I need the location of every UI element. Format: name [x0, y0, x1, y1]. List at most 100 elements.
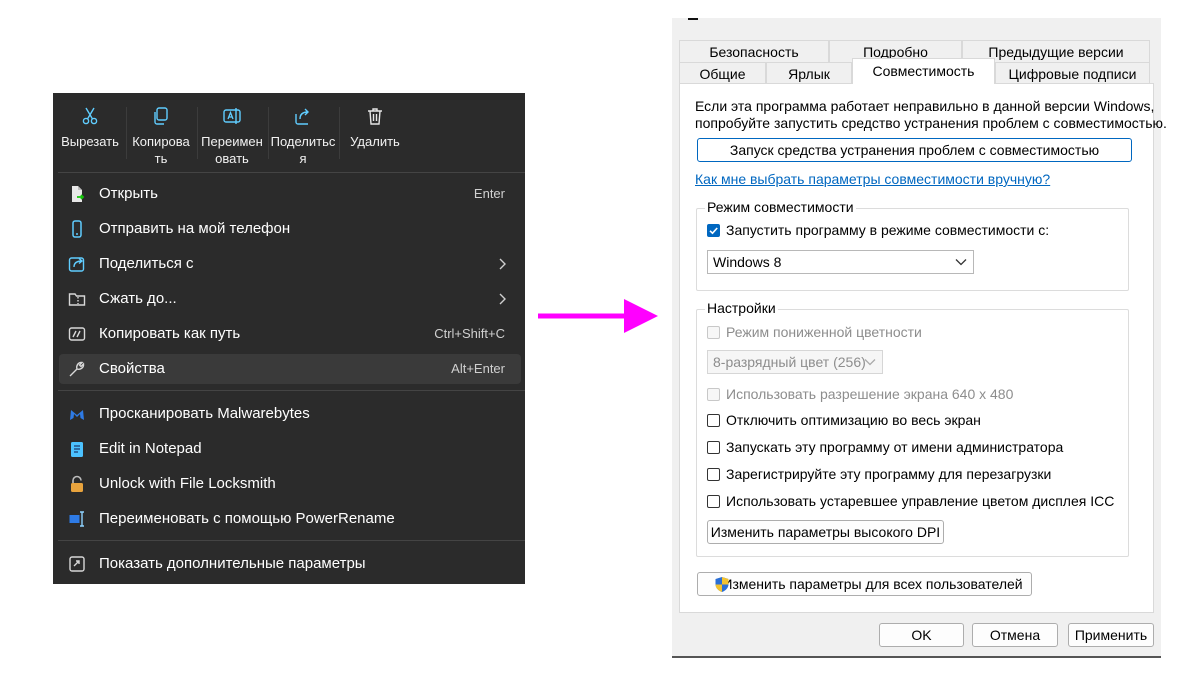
wrench-icon	[69, 361, 85, 377]
reduced-color-label: Режим пониженной цветности	[726, 324, 922, 340]
menu-divider	[58, 172, 525, 173]
delete-button[interactable]: Удалить	[340, 101, 410, 167]
disable-fullscreen-checkbox[interactable]	[707, 414, 720, 427]
group-title: Настройки	[705, 300, 778, 317]
trash-icon	[368, 108, 382, 125]
menu-item-compress[interactable]: Сжать до...	[59, 284, 521, 314]
troubleshoot-button[interactable]: Запуск средства устранения проблем с сов…	[697, 138, 1132, 162]
rename-button[interactable]: Переимен овать	[197, 101, 267, 167]
shortcut-text: Ctrl+Shift+C	[434, 326, 505, 341]
copy-icon	[154, 107, 168, 125]
tab-shortcut[interactable]: Ярлык	[766, 62, 852, 84]
context-menu: Вырезать Копирова ть Переимен овать Поде…	[53, 93, 525, 584]
menu-item-open[interactable]: Открыть Enter	[59, 179, 521, 209]
menu-item-label: Unlock with File Locksmith	[99, 475, 276, 492]
run-as-admin-label: Запускать эту программу от имени админис…	[726, 439, 1064, 455]
resolution-640-checkbox[interactable]	[707, 388, 720, 401]
cut-button[interactable]: Вырезать	[55, 101, 125, 167]
rename-icon	[223, 108, 241, 124]
menu-item-label: Просканировать Malwarebytes	[99, 405, 310, 422]
compat-mode-group: Режим совместимости Запустить программу …	[696, 199, 1129, 291]
copy-button[interactable]: Копирова ть	[126, 101, 196, 167]
share-icon	[68, 257, 85, 272]
menu-item-share-with[interactable]: Поделиться с	[59, 249, 521, 279]
legacy-icc-checkbox[interactable]	[707, 495, 720, 508]
menu-item-file-locksmith[interactable]: Unlock with File Locksmith	[59, 469, 521, 499]
share-button[interactable]: Поделитьс я	[268, 101, 338, 167]
share-label: Поделитьс я	[270, 134, 336, 166]
menu-item-malwarebytes[interactable]: Просканировать Malwarebytes	[59, 399, 521, 429]
menu-divider	[58, 540, 525, 541]
zip-folder-icon	[68, 293, 86, 306]
menu-item-label: Edit in Notepad	[99, 440, 202, 457]
color-depth-select[interactable]: 8-разрядный цвет (256)	[707, 350, 883, 374]
menu-item-label: Поделиться с	[99, 255, 194, 272]
title-bar-fragment	[688, 18, 698, 20]
group-title: Режим совместимости	[705, 199, 856, 216]
menu-item-label: Открыть	[99, 185, 158, 202]
menu-item-powerrename[interactable]: Переименовать с помощью PowerRename	[59, 504, 521, 534]
arrow-right-icon	[538, 299, 658, 333]
menu-item-label: Свойства	[99, 360, 165, 377]
menu-item-label: Показать дополнительные параметры	[99, 555, 366, 572]
legacy-icc-label: Использовать устаревшее управление цвето…	[726, 493, 1115, 509]
cut-label: Вырезать	[61, 134, 119, 149]
powerrename-icon	[69, 511, 84, 527]
menu-item-label: Сжать до...	[99, 290, 177, 307]
high-dpi-button[interactable]: Изменить параметры высокого DPI	[707, 520, 944, 544]
os-select-value: Windows 8	[713, 254, 782, 270]
intro-text: попробуйте запустить средство устранения…	[695, 115, 1167, 131]
more-options-icon	[69, 556, 85, 572]
notepad-icon	[71, 442, 83, 457]
resolution-640-label: Использовать разрешение экрана 640 x 480	[726, 386, 1014, 402]
copy-label: Копирова ть	[132, 134, 190, 166]
shortcut-text: Enter	[473, 186, 505, 201]
chevron-right-icon	[499, 258, 506, 270]
intro-text: Если эта программа работает неправильно …	[695, 98, 1155, 114]
menu-item-label: Отправить на мой телефон	[99, 220, 291, 237]
properties-dialog: Безопасность Подробно Предыдущие версии …	[672, 18, 1167, 658]
settings-group: Настройки Режим пониженной цветности 8-р…	[696, 300, 1129, 557]
context-menu-toolbar: Вырезать Копирова ть Переимен овать Поде…	[53, 93, 525, 171]
all-users-label: Изменить параметры для всех пользователе…	[722, 576, 1023, 592]
share-icon	[295, 108, 309, 125]
rename-label: Переимен овать	[201, 134, 263, 166]
tab-general[interactable]: Общие	[679, 62, 766, 84]
reduced-color-checkbox[interactable]	[707, 326, 720, 339]
cancel-button[interactable]: Отмена	[972, 623, 1058, 647]
chevron-down-icon	[864, 359, 876, 366]
run-as-admin-checkbox[interactable]	[707, 441, 720, 454]
menu-item-label: Копировать как путь	[99, 325, 241, 342]
tab-compatibility[interactable]: Совместимость	[852, 58, 995, 84]
delete-label: Удалить	[350, 134, 400, 149]
manual-settings-link[interactable]: Как мне выбрать параметры совместимости …	[695, 171, 1050, 188]
disable-fullscreen-label: Отключить оптимизацию во весь экран	[726, 412, 981, 428]
register-restart-checkbox[interactable]	[707, 468, 720, 481]
menu-item-more-options[interactable]: Показать дополнительные параметры	[59, 549, 521, 579]
menu-divider	[58, 390, 525, 391]
os-select[interactable]: Windows 8	[707, 250, 974, 274]
compatibility-panel: Если эта программа работает неправильно …	[679, 83, 1167, 613]
copy-path-icon	[68, 327, 86, 341]
chevron-down-icon	[955, 259, 967, 266]
menu-item-send-to-phone[interactable]: Отправить на мой телефон	[59, 214, 521, 244]
compat-mode-checkbox[interactable]	[707, 224, 720, 237]
color-depth-value: 8-разрядный цвет (256)	[713, 354, 866, 370]
menu-item-properties[interactable]: Свойства Alt+Enter	[59, 354, 521, 384]
check-icon	[709, 227, 718, 235]
uac-shield-icon	[715, 577, 729, 592]
menu-item-edit-notepad[interactable]: Edit in Notepad	[59, 434, 521, 464]
ok-button[interactable]: OK	[879, 623, 964, 647]
all-users-button[interactable]: Изменить параметры для всех пользователе…	[697, 572, 1032, 596]
apply-button[interactable]: Применить	[1068, 623, 1154, 647]
open-file-icon	[72, 186, 85, 202]
menu-item-label: Переименовать с помощью PowerRename	[99, 510, 395, 527]
tab-security[interactable]: Безопасность	[679, 40, 829, 62]
cut-icon	[82, 107, 98, 125]
tab-digital-signatures[interactable]: Цифровые подписи	[995, 62, 1150, 84]
chevron-right-icon	[499, 293, 506, 305]
shortcut-text: Alt+Enter	[451, 361, 505, 376]
menu-item-copy-as-path[interactable]: Копировать как путь Ctrl+Shift+C	[59, 319, 521, 349]
lock-icon	[71, 475, 83, 492]
malwarebytes-icon	[70, 410, 84, 420]
